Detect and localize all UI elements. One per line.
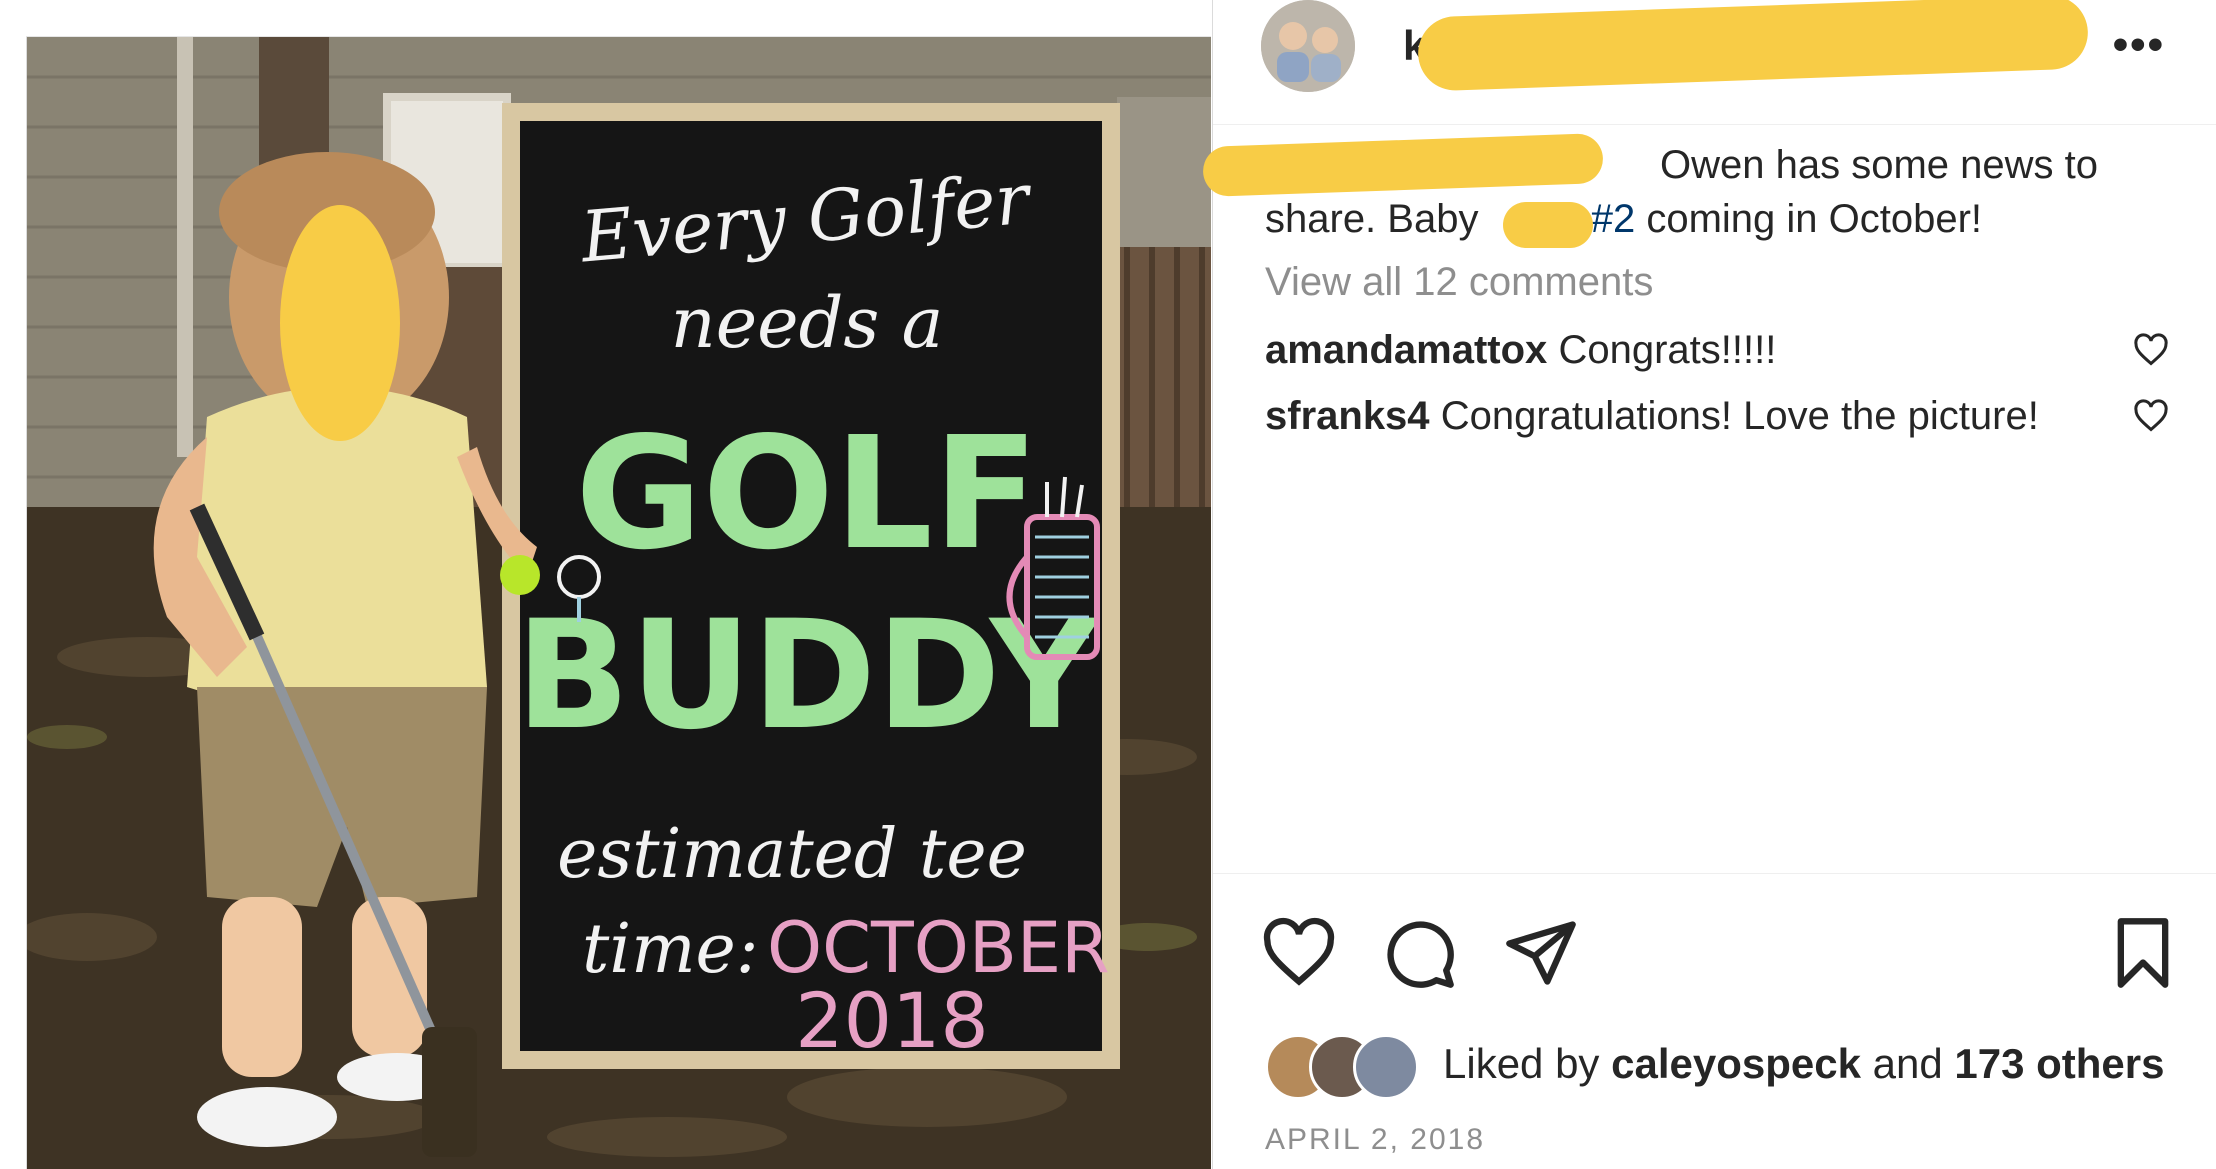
caption-text: Owen has some news to [1660, 143, 2098, 187]
sign-line-6-label: time: [582, 910, 759, 989]
view-all-comments-link[interactable]: View all 12 comments [1265, 260, 1653, 305]
actions-divider [1213, 873, 2216, 874]
comment-text: Congratulations! Love the picture! [1440, 394, 2039, 438]
comment-like-heart-icon[interactable] [2133, 332, 2169, 368]
comment-row: amandamattox Congrats!!!!! [1265, 328, 1776, 373]
caption-line-2: share. Baby #2 coming in October! [1265, 192, 2165, 246]
author-avatar[interactable] [1261, 0, 1355, 92]
post-photo[interactable]: Every Golfer needs a GOLF BUDDY estimate… [27, 37, 1211, 1169]
sign-line-5: estimated tee [557, 815, 1027, 894]
bookmark-icon[interactable] [2105, 915, 2181, 991]
sign-line-7: 2018 [795, 976, 988, 1065]
comment-username[interactable]: amandamattox [1265, 328, 1547, 372]
heart-icon[interactable] [1261, 915, 1337, 991]
comment-username[interactable]: sfranks4 [1265, 394, 1430, 438]
action-bar [1213, 915, 2216, 995]
likes-prefix: Liked by [1443, 1040, 1600, 1087]
comment-text: Congrats!!!!! [1558, 328, 1777, 372]
likes-others-link[interactable]: 173 others [1954, 1040, 2164, 1087]
post-header: k ••• [1213, 0, 2216, 125]
sign-line-2: needs a [671, 282, 944, 364]
instagram-post: Every Golfer needs a GOLF BUDDY estimate… [0, 0, 2216, 1169]
downspout [177, 37, 193, 457]
caption-text-part: share. Baby [1265, 197, 1479, 241]
likes-text: Liked by caleyospeck and 173 others [1443, 1040, 2165, 1088]
top-border [26, 0, 1211, 37]
left-border [0, 0, 27, 1169]
photo-illustration: Every Golfer needs a GOLF BUDDY estimate… [27, 37, 1211, 1169]
share-icon[interactable] [1503, 915, 1579, 991]
comment-row: sfranks4 Congratulations! Love the pictu… [1265, 394, 2039, 439]
comment-icon[interactable] [1381, 915, 1457, 991]
liker-username[interactable]: caleyospeck [1611, 1040, 1861, 1087]
liker-avatar[interactable] [1353, 1034, 1419, 1100]
comment-like-heart-icon[interactable] [2133, 398, 2169, 434]
deck-railing [1117, 227, 1211, 547]
username-redaction [1416, 0, 2090, 92]
likes-and: and [1872, 1040, 1943, 1087]
caption-hashtag[interactable]: #2 [1591, 197, 1636, 241]
baby-name-redaction [1503, 202, 1593, 248]
sign-line-3: GOLF [575, 403, 1039, 584]
likes-summary: Liked by caleyospeck and 173 others [1265, 1034, 2205, 1104]
post-date[interactable]: APRIL 2, 2018 [1265, 1123, 1485, 1157]
post-sidebar: k ••• Owen has some news to share. Baby … [1202, 0, 2216, 1169]
face-redaction [280, 205, 400, 441]
more-options-button[interactable]: ••• [2113, 20, 2165, 70]
caption-text-part: coming in October! [1646, 197, 1983, 241]
